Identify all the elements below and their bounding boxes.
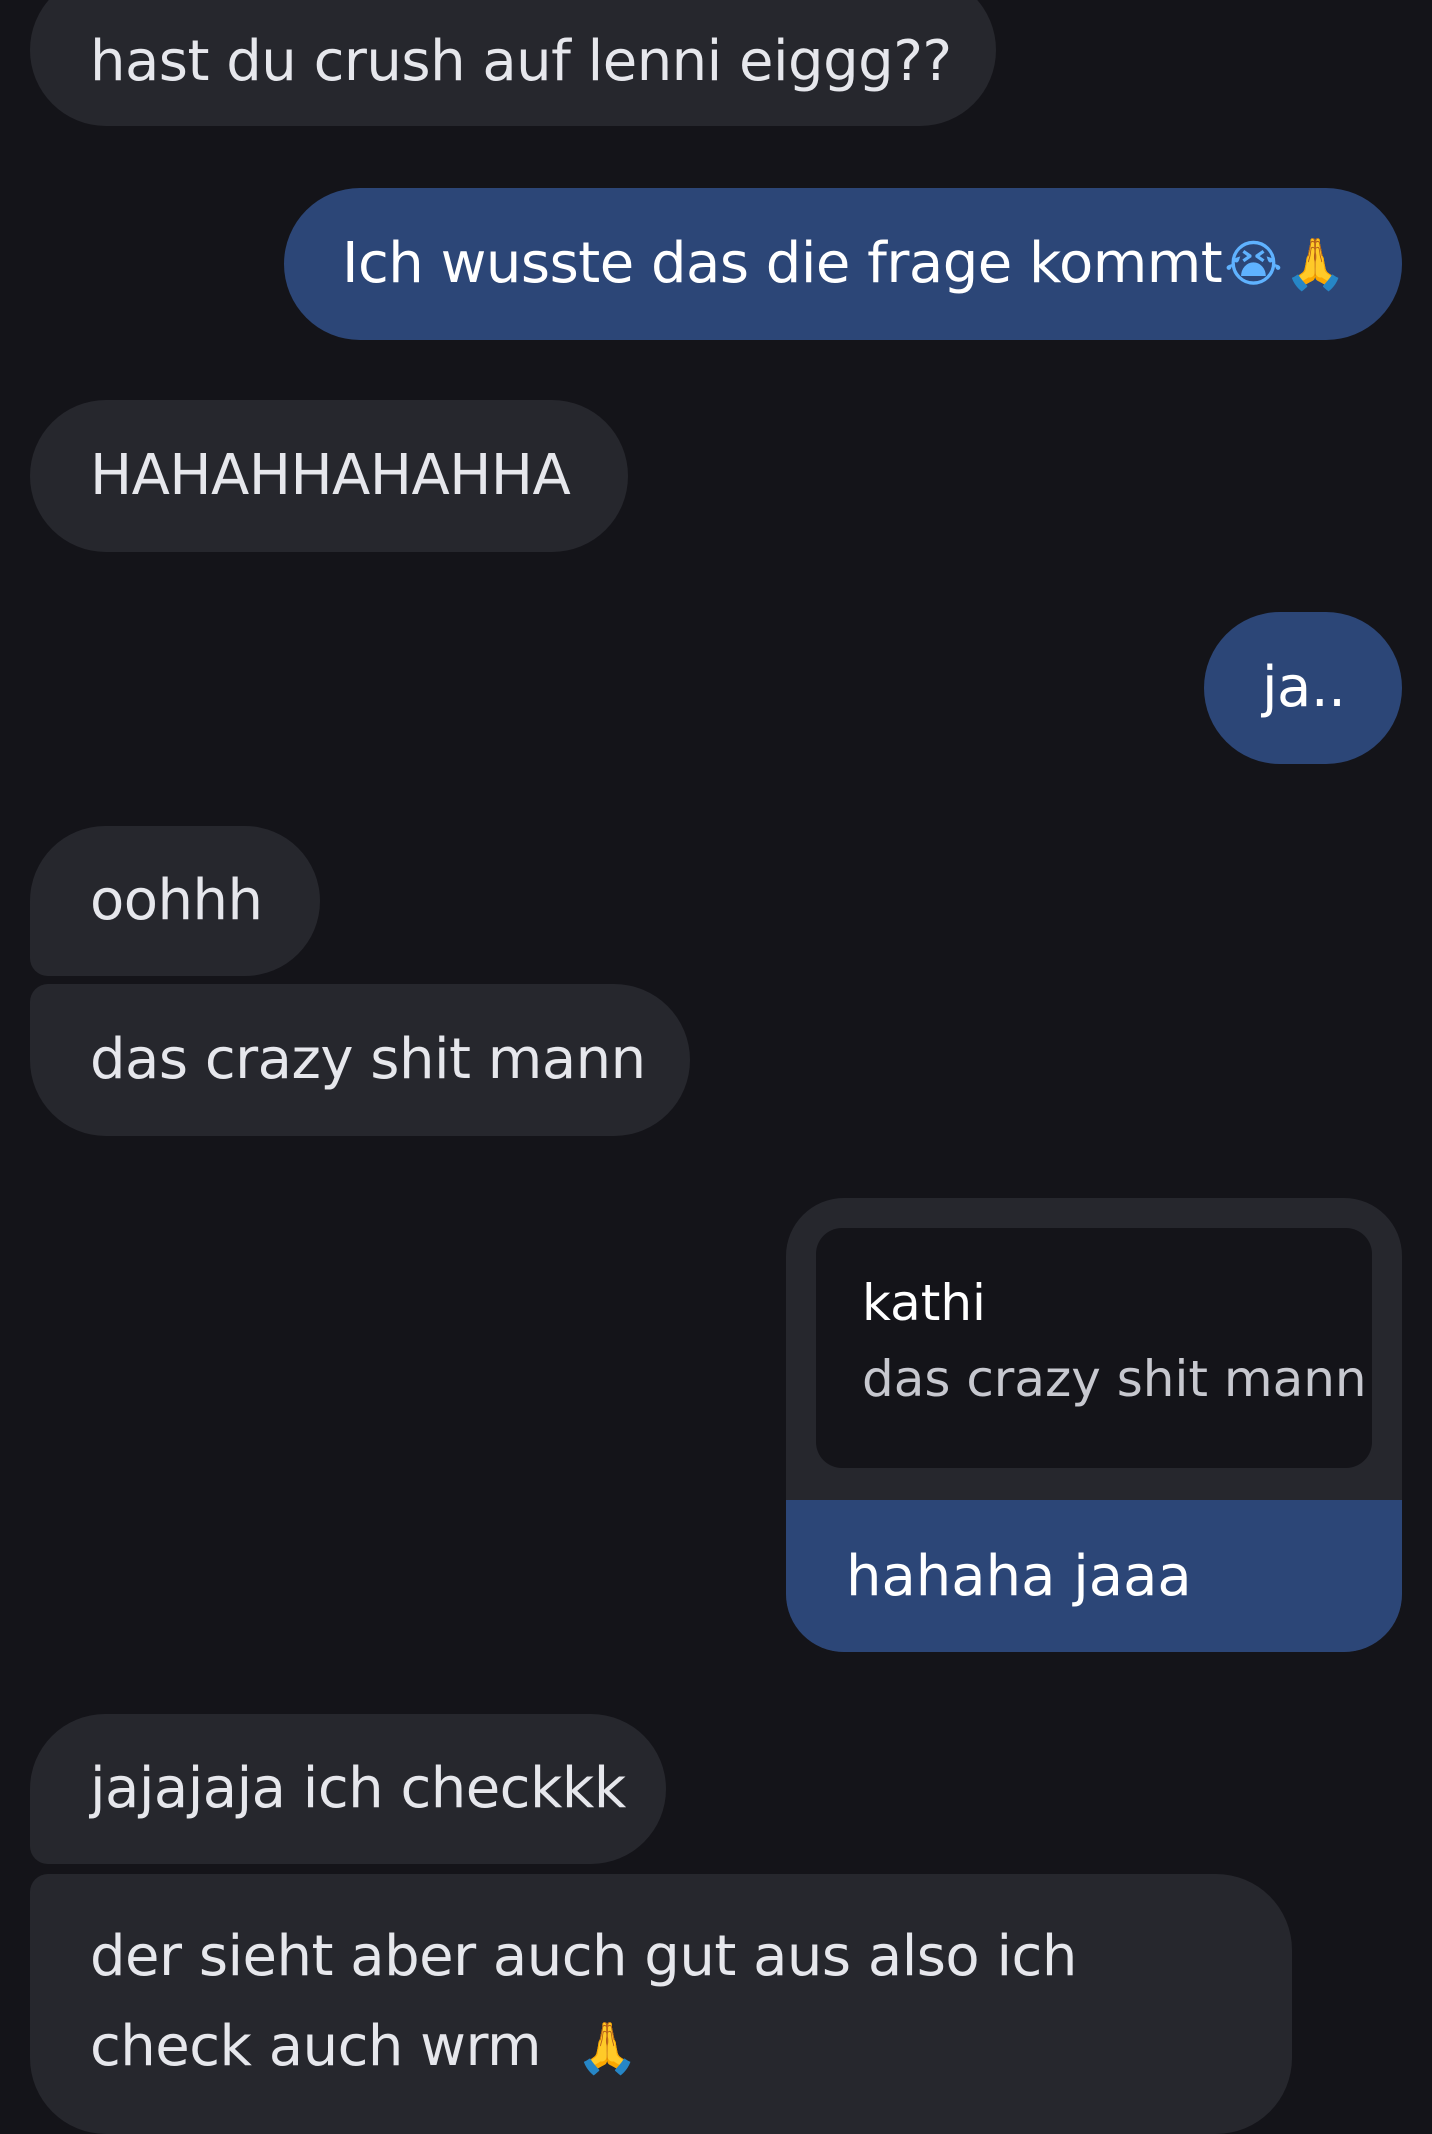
outgoing-message[interactable]: ja..	[1204, 612, 1402, 764]
outgoing-reply-message[interactable]: kathi das crazy shit mann hahaha jaaa	[786, 1198, 1402, 1652]
quoted-message[interactable]: kathi das crazy shit mann	[816, 1228, 1372, 1468]
folded-hands-icon: 🙏	[1284, 235, 1346, 293]
outgoing-message[interactable]: Ich wusste das die frage kommt 😭 🙏	[284, 188, 1402, 340]
loudly-crying-face-icon: 😭	[1224, 235, 1283, 293]
message-text-block: der sieht aber auch gut aus also ich che…	[90, 1912, 1077, 2093]
incoming-message[interactable]: der sieht aber auch gut aus also ich che…	[30, 1874, 1292, 2134]
message-text: jajajaja ich checkkk	[90, 1756, 626, 1821]
message-line: check auch wrm	[90, 2014, 542, 2079]
reply-text-bubble: hahaha jaaa	[786, 1500, 1402, 1652]
quoted-author: kathi	[862, 1274, 986, 1332]
message-line-wrap: check auch wrm 🙏	[90, 2002, 1077, 2093]
message-text: oohhh	[90, 868, 263, 933]
message-text: Ich wusste das die frage kommt	[342, 231, 1223, 296]
chat-thread: hast du crush auf lenni eiggg?? Ich wuss…	[0, 0, 1432, 2134]
quoted-text: das crazy shit mann	[862, 1350, 1367, 1408]
incoming-message[interactable]: oohhh	[30, 826, 320, 976]
incoming-message[interactable]: HAHAHHAHAHHA	[30, 400, 628, 552]
incoming-message[interactable]: hast du crush auf lenni eiggg??	[30, 0, 996, 126]
message-text: hahaha jaaa	[846, 1543, 1192, 1609]
folded-hands-icon: 🙏	[576, 2019, 639, 2077]
incoming-message[interactable]: jajajaja ich checkkk	[30, 1714, 666, 1864]
message-text: ja..	[1262, 655, 1346, 720]
incoming-message[interactable]: das crazy shit mann	[30, 984, 690, 1136]
message-line: der sieht aber auch gut aus also ich	[90, 1924, 1077, 1989]
message-text: hast du crush auf lenni eiggg??	[90, 29, 952, 94]
message-text: das crazy shit mann	[90, 1027, 646, 1092]
message-text: HAHAHHAHAHHA	[90, 443, 571, 508]
